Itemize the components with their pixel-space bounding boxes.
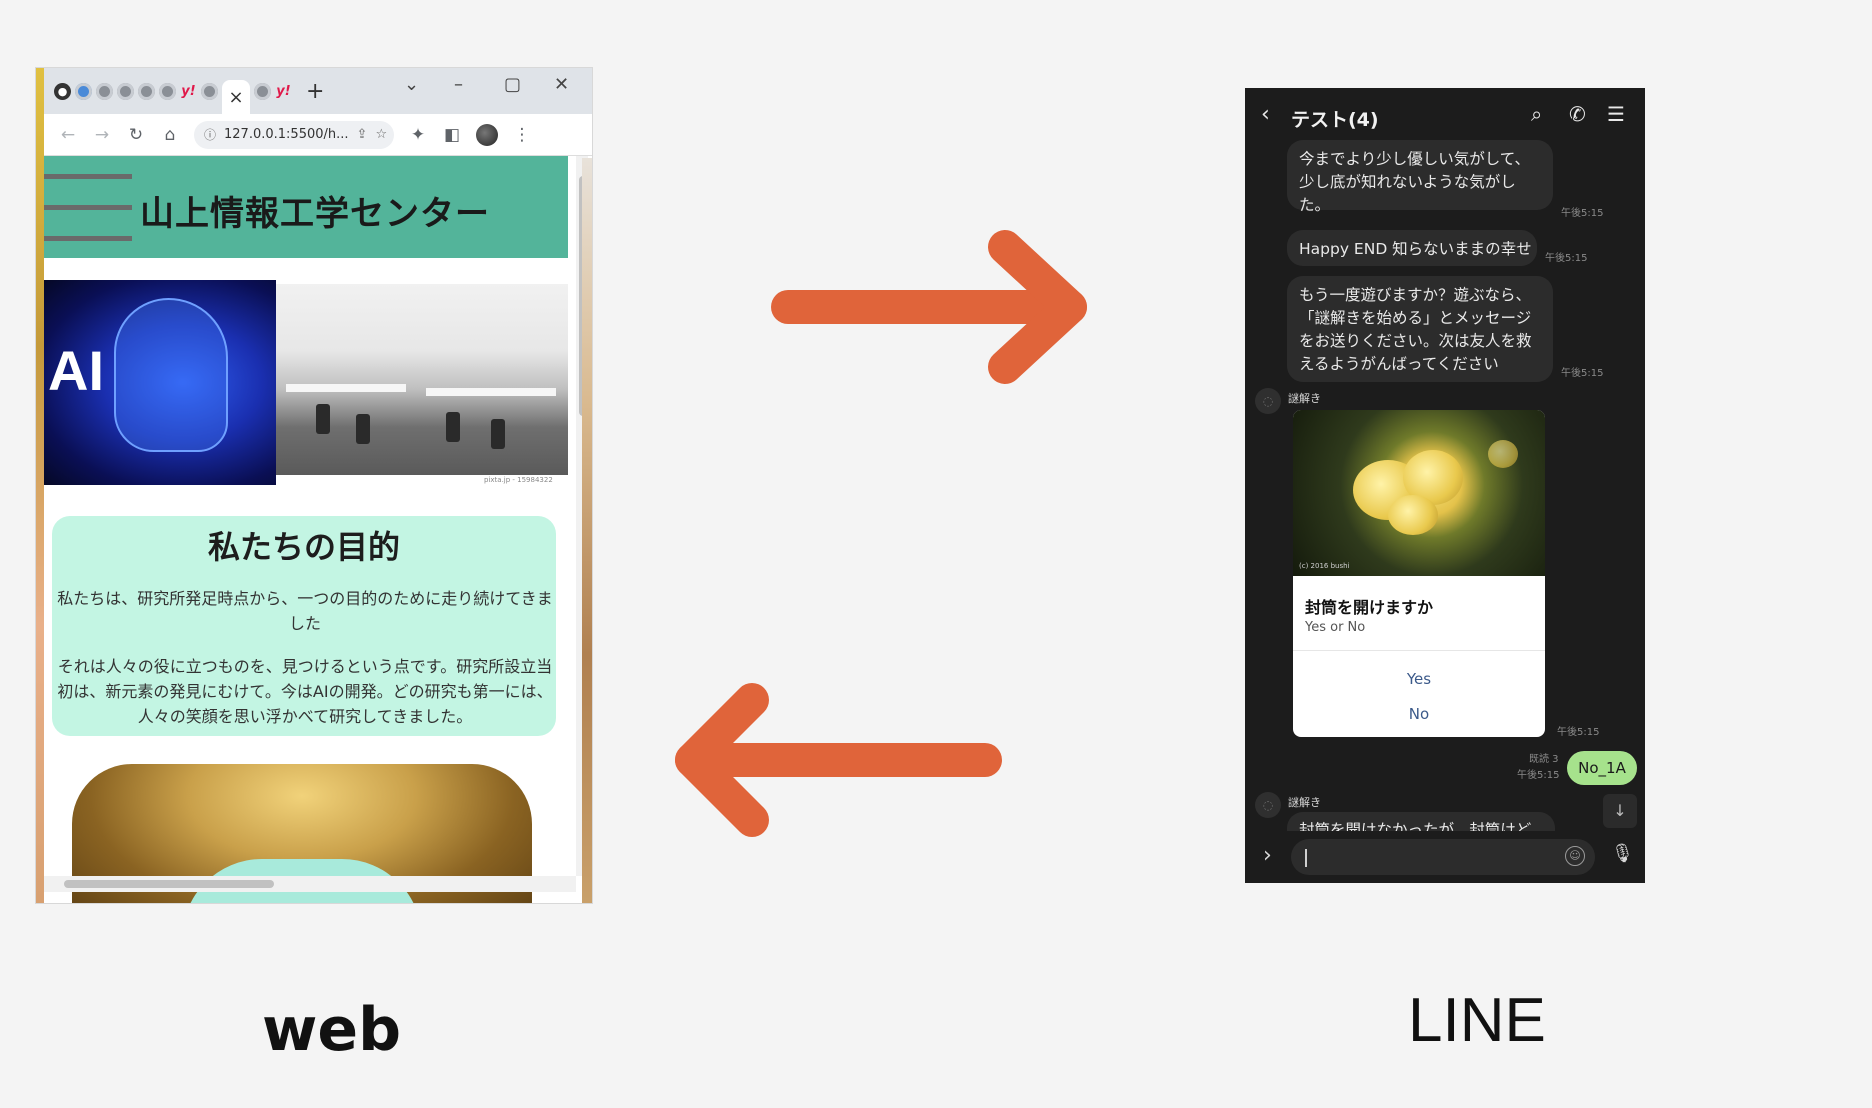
expand-chevron-icon[interactable]: › — [1263, 843, 1272, 868]
card-title: 封筒を開けますか — [1305, 598, 1434, 617]
bot-avatar-icon[interactable]: ◌ — [1255, 792, 1281, 818]
yes-button[interactable]: Yes — [1293, 670, 1545, 688]
chat-header: ‹ テスト(4) ⌕ ✆ ☰ — [1245, 88, 1645, 144]
sender-name: 謎解き — [1288, 392, 1321, 405]
message-text: 今までより少し優しい気がして、少し底が知れないような気がした。 — [1299, 150, 1530, 214]
flex-message-card: (c) 2016 bushi 封筒を開けますか Yes or No Yes No — [1293, 410, 1545, 737]
message-time: 午後5:15 — [1517, 770, 1560, 781]
text-caret — [1305, 849, 1307, 867]
scroll-down-arrow-icon[interactable]: ↓ — [1603, 794, 1637, 828]
message-input[interactable] — [1291, 839, 1595, 875]
message-time: 午後5:15 — [1545, 253, 1588, 264]
message-input-bar: › ☺ 🎙 — [1245, 831, 1645, 883]
bot-avatar-icon[interactable]: ◌ — [1255, 388, 1281, 414]
no-button[interactable]: No — [1293, 705, 1545, 723]
back-icon[interactable]: ‹ — [1261, 102, 1270, 127]
message-time: 午後5:15 — [1557, 727, 1600, 738]
chat-message-1: 今までより少し優しい気がして、少し底が知れないような気がした。 — [1287, 140, 1553, 214]
message-time: 午後5:15 — [1561, 368, 1604, 379]
line-label: LINE — [1408, 986, 1546, 1055]
phone-icon[interactable]: ✆ — [1569, 102, 1586, 126]
sender-name: 謎解き — [1288, 796, 1321, 809]
message-text: Happy END 知らないままの幸せ — [1299, 240, 1532, 258]
message-text: もう一度遊びますか？遊ぶなら、「謎解きを始める」とメッセージをお送りください。次… — [1299, 286, 1532, 373]
read-receipt: 既読 3 — [1529, 754, 1559, 765]
image-credit: (c) 2016 bushi — [1299, 562, 1350, 570]
left-arrow-icon — [675, 683, 1002, 837]
card-subtitle: Yes or No — [1305, 620, 1366, 635]
chat-message-2: Happy END 知らないままの幸せ — [1287, 230, 1537, 266]
chat-message-3: もう一度遊びますか？遊ぶなら、「謎解きを始める」とメッセージをお送りください。次… — [1287, 276, 1553, 382]
emoji-icon[interactable]: ☺ — [1565, 846, 1585, 866]
outgoing-message: No_1A — [1567, 751, 1637, 785]
microphone-icon[interactable]: 🎙 — [1611, 843, 1634, 864]
chat-title: テスト(4) — [1291, 109, 1379, 131]
card-divider — [1293, 650, 1545, 651]
message-time: 午後5:15 — [1561, 208, 1604, 219]
rose-photo: (c) 2016 bushi — [1293, 410, 1545, 576]
menu-icon[interactable]: ☰ — [1607, 102, 1625, 126]
right-arrow-icon — [771, 230, 1087, 384]
search-icon[interactable]: ⌕ — [1531, 102, 1542, 126]
line-chat-screen: ‹ テスト(4) ⌕ ✆ ☰ 今までより少し優しい気がして、少し底が知れないよう… — [1245, 88, 1645, 883]
